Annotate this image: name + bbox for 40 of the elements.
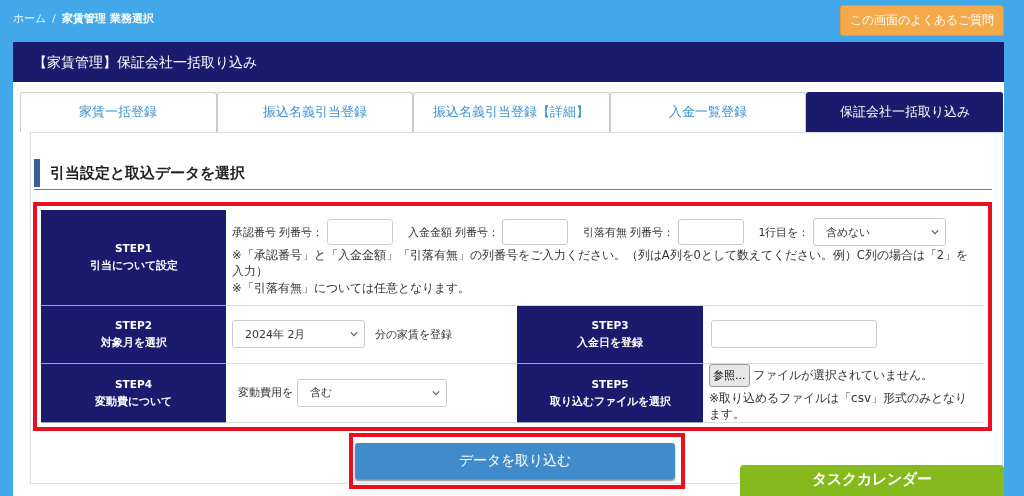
import-button[interactable]: データを取り込む xyxy=(355,442,675,479)
field-label: 変動費用を xyxy=(238,385,293,401)
step-label: STEP5 取り込むファイルを選択 xyxy=(517,363,703,423)
chevron-icon xyxy=(930,229,939,235)
step-label: STEP3 入金日を登録 xyxy=(517,305,703,364)
step-label: STEP4 変動費について xyxy=(41,363,226,423)
tab[interactable]: 入金一覧登録 xyxy=(609,92,807,132)
breadcrumb-separator: / xyxy=(52,12,56,25)
input-field[interactable] xyxy=(677,219,744,245)
note-text: ※「承認番号」と「入金金額」「引落有無」の列番号をご入力ください。（列はA列を0として数えてください。例）C列の場合は「2」を入力） xyxy=(232,248,970,280)
step-label: STEP2 対象月を選択 xyxy=(41,305,226,364)
tab[interactable]: 保証会社一括取り込み xyxy=(806,92,1003,132)
browse-button[interactable]: 参照... xyxy=(709,363,750,387)
faq-button[interactable]: この画面のよくあるご質問 xyxy=(840,5,1004,36)
chevron-icon xyxy=(432,389,440,396)
panel-title: 【家賃管理】保証会社一括取り込み xyxy=(13,42,1004,82)
field-label: 入金金額 列番号： xyxy=(407,224,499,240)
note-text: ※取り込めるファイルは「csv」形式のみとなります。 xyxy=(709,389,968,422)
breadcrumb-item: 家賃管理 業務選択 xyxy=(61,11,154,26)
field-label: 1行目を： xyxy=(758,224,810,240)
input-field[interactable] xyxy=(502,219,568,245)
field-label: 引落有無 列番号： xyxy=(583,224,675,240)
month-select[interactable]: 2024年 2月 xyxy=(232,320,365,349)
tab[interactable]: 家賃一括登録 xyxy=(20,92,217,132)
chevron-icon xyxy=(350,331,358,338)
select-field[interactable]: 含めない xyxy=(812,218,946,246)
input-field[interactable] xyxy=(326,219,393,245)
field-label: 承認番号 列番号： xyxy=(232,224,324,240)
note-text: ※「引落有無」については任意となります。 xyxy=(232,281,470,297)
step-label: STEP1 引当について設定 xyxy=(41,210,226,306)
breadcrumb-item[interactable]: ホーム xyxy=(13,11,46,26)
task-calendar-button[interactable]: タスクカレンダー xyxy=(740,465,1004,496)
section-title: 引当設定と取込データを選択 xyxy=(50,163,245,183)
section-accent-bar xyxy=(34,159,40,187)
field-label: 分の家賃を登録 xyxy=(375,326,452,342)
file-status: ファイルが選択されていません。 xyxy=(752,367,933,383)
select-field[interactable]: 含む xyxy=(297,378,447,407)
date-field[interactable] xyxy=(711,320,877,349)
tab[interactable]: 振込名義引当登録【詳細】 xyxy=(413,92,610,132)
tab[interactable]: 振込名義引当登録 xyxy=(216,92,414,132)
